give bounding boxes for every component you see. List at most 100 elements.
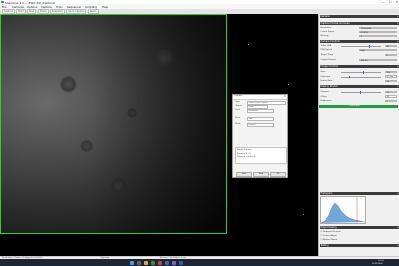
checkbox-debayer[interactable]: ☐ Debayer Preview	[321, 231, 341, 233]
binning-select[interactable]: 1	[359, 34, 397, 38]
sharpcap-taskbar-icon[interactable]	[165, 260, 169, 265]
dialog-label-limit: Limit	[235, 109, 241, 111]
target-temp-value[interactable]: 0	[385, 53, 397, 57]
section-camera[interactable]: Camera ▾	[319, 15, 399, 19]
collapse-icon: ▾	[397, 40, 399, 43]
section-title: Camera	[320, 15, 330, 18]
taskbar: 10:25 20/03/2024	[0, 259, 399, 266]
search-icon[interactable]	[137, 260, 141, 265]
collapse-icon: ▾	[397, 192, 399, 195]
label-frame-rate: Frame Rate	[320, 80, 333, 82]
dialog-summary-line: Elapsed: 00:00:00	[237, 156, 256, 158]
label-colour-space: Colour Space	[320, 31, 335, 33]
dialog-summary-line: Frames: 0 / 0	[237, 152, 251, 155]
gain-value[interactable]: 250	[385, 70, 397, 74]
taskbar-time: 10:25	[378, 259, 384, 262]
gamma-handle[interactable]	[360, 91, 362, 94]
label-offset: Offset	[320, 95, 327, 98]
colour-space-select[interactable]: MONO8	[359, 30, 397, 34]
section-preprocessing[interactable]: Preprocessing ▾	[319, 226, 399, 230]
app-icon[interactable]	[179, 260, 183, 265]
dialog-limit-field[interactable]: Unlimited	[247, 108, 275, 114]
dialog-save-field[interactable]: SER	[247, 116, 275, 122]
dialog-ok-button[interactable]: OK	[270, 172, 286, 177]
section-title: Testing	[320, 244, 329, 247]
checkbox-label: Debayer Preview	[323, 231, 341, 233]
start-icon[interactable]	[130, 260, 134, 265]
histogram-plot[interactable]	[320, 196, 366, 224]
dialog-close-icon[interactable]: ✕	[284, 95, 286, 98]
checkbox-label: Colour Adjust	[323, 235, 337, 237]
taskbar-date: 20/03/2024	[372, 262, 383, 265]
section-title: Preprocessing	[320, 226, 337, 229]
app-icon[interactable]	[158, 260, 162, 265]
label-brightness: Brightness	[320, 100, 332, 102]
collapse-icon: ▾	[397, 22, 399, 25]
dialog-start-button[interactable]: Start	[236, 172, 252, 177]
dialog-label-mode: Mode	[235, 123, 241, 125]
label-binning: Binning	[320, 35, 329, 37]
histogram-curve	[321, 202, 365, 223]
live-stack-bar[interactable]: Live Stack	[319, 105, 398, 108]
gain-slider[interactable]	[341, 72, 381, 73]
dialog-summary-line: Mode: Frames	[237, 149, 252, 151]
label-gain: Gain	[320, 71, 326, 73]
label-turbo-usb: Turbo USB	[320, 45, 332, 47]
section-format[interactable]: Capture Format and Area ▾	[319, 22, 399, 26]
collapse-icon: ▾	[397, 244, 399, 247]
section-title: Capture Format and Area	[320, 22, 350, 25]
section-image-controls[interactable]: Image Controls ▾	[319, 65, 399, 69]
dialog-stop-button[interactable]: Stop	[253, 172, 269, 177]
usb-speed-select[interactable]: High	[359, 48, 397, 52]
label-resolution: Resolution	[320, 27, 332, 29]
section-display-stretch[interactable]: Display Stretch ▾	[319, 85, 399, 89]
section-camera-controls[interactable]: Camera Controls ▾	[319, 40, 399, 44]
capture-area-frame[interactable]	[0, 14, 227, 234]
turbo-usb-slider[interactable]	[341, 46, 381, 47]
live-stack-label: Live Stack	[349, 105, 360, 108]
dialog-title: Capture	[234, 95, 243, 98]
exposure-handle[interactable]	[349, 75, 351, 79]
checkbox-reduce-noise[interactable]: ☐ Reduce Noise	[321, 239, 338, 241]
gain-handle[interactable]	[363, 71, 365, 74]
checkbox-colour-adjust[interactable]: ☐ Colour Adjust	[321, 235, 337, 237]
output-format-select[interactable]: SER file	[359, 58, 397, 62]
explorer-icon[interactable]	[144, 260, 148, 265]
resolution-select[interactable]: 1920x1080	[359, 26, 397, 30]
offset-value[interactable]: 10	[385, 95, 397, 98]
brightness-value[interactable]: 0	[385, 99, 397, 103]
section-testing[interactable]: Testing ▾	[319, 244, 399, 248]
section-histogram[interactable]: Histogram ▾	[319, 192, 399, 196]
dialog-title-bar: Capture ✕	[233, 95, 287, 100]
turbo-usb-handle[interactable]	[369, 45, 371, 48]
dialog-label-object: Object	[235, 105, 242, 107]
histogram-graph	[321, 197, 365, 223]
collapse-icon: ▾	[397, 226, 399, 229]
checkbox-label: Reduce Noise	[323, 239, 338, 241]
gamma-value[interactable]: 50	[385, 90, 397, 94]
collapse-icon: ▾	[397, 15, 399, 18]
dialog-summary-box: Mode: Frames Frames: 0 / 0 Elapsed: 00:0…	[235, 147, 287, 164]
section-title: Histogram	[320, 192, 333, 195]
section-title: Image Controls	[320, 65, 338, 68]
turbo-usb-value[interactable]: 80	[385, 44, 397, 48]
capture-dialog: Capture ✕ Type Planet/Lunar (Mono) Objec…	[232, 94, 288, 178]
dialog-label-save: Save	[235, 117, 241, 119]
label-output-format: Output Format	[320, 59, 336, 61]
dialog-label-type: Type	[235, 101, 240, 103]
label-exposure: Exposure	[320, 75, 331, 78]
label-gamma: Gamma	[320, 91, 329, 93]
collapse-icon: ▾	[397, 85, 399, 88]
collapse-icon: ▾	[397, 65, 399, 68]
section-title: Display Stretch	[320, 85, 338, 88]
app-logo-icon	[1, 0, 4, 4]
label-target-temp: Target Temp	[320, 54, 334, 56]
dialog-mode-field[interactable]: Frames	[247, 122, 275, 128]
label-usb-speed: USB Speed	[320, 49, 332, 51]
section-title: Camera Controls	[320, 40, 340, 43]
app-icon[interactable]	[172, 260, 176, 265]
frame-rate-value[interactable]: 50	[385, 79, 397, 83]
exposure-value[interactable]: 8.5 ms	[385, 75, 397, 78]
app-icon[interactable]	[151, 260, 155, 265]
exposure-slider[interactable]	[341, 76, 381, 78]
